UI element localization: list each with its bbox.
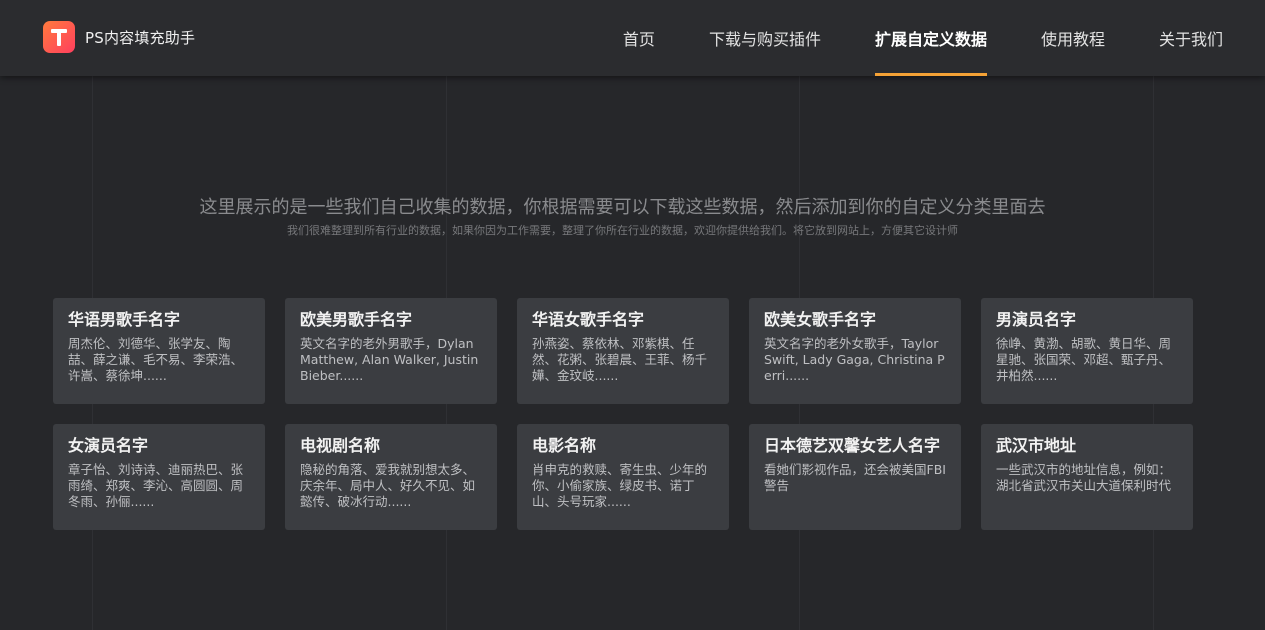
card-title: 男演员名字 [996,310,1077,329]
data-card-tv-series[interactable]: 电视剧名称 隐秘的角落、爱我就别想太多、庆余年、局中人、好久不见、如懿传、破冰行… [285,424,497,530]
card-description: 英文名字的老外男歌手，Dylan Matthew, Alan Walker, J… [300,336,479,383]
card-description: 周杰伦、刘德华、张学友、陶喆、薛之谦、毛不易、李荣浩、许嵩、蔡徐坤...... [68,336,244,383]
intro-section: 这里展示的是一些我们自己收集的数据，你根据需要可以下载这些数据，然后添加到你的自… [0,196,1245,238]
top-navbar: PS内容填充助手 首页 下载与购买插件 扩展自定义数据 使用教程 关于我们 [0,0,1265,76]
data-card-wuhan-addresses[interactable]: 武汉市地址 一些武汉市的地址信息，例如：湖北省武汉市关山大道保利时代 [981,424,1193,530]
app-logo-icon [43,21,75,53]
nav-link-home[interactable]: 首页 [623,0,655,76]
card-title: 华语女歌手名字 [532,310,645,329]
logo-letter-t [51,28,67,46]
data-card-japanese-actresses[interactable]: 日本德艺双馨女艺人名字 看她们影视作品，还会被美国FBI警告 [749,424,961,530]
data-card-chinese-female-singers[interactable]: 华语女歌手名字 孙燕姿、蔡依林、邓紫棋、任然、花粥、张碧晨、王菲、杨千嬅、金玟岐… [517,298,729,404]
nav-link-custom-data[interactable]: 扩展自定义数据 [874,0,987,76]
card-description: 英文名字的老外女歌手，Taylor Swift, Lady Gaga, Chri… [764,336,945,383]
nav-links: 首页 下载与购买插件 扩展自定义数据 使用教程 关于我们 [569,0,1223,76]
card-title: 日本德艺双馨女艺人名字 [764,436,941,455]
nav-link-tutorial[interactable]: 使用教程 [1041,0,1105,76]
data-card-western-female-singers[interactable]: 欧美女歌手名字 英文名字的老外女歌手，Taylor Swift, Lady Ga… [749,298,961,404]
card-title: 电影名称 [532,436,597,455]
card-title: 欧美女歌手名字 [764,310,877,329]
data-card-western-male-singers[interactable]: 欧美男歌手名字 英文名字的老外男歌手，Dylan Matthew, Alan W… [285,298,497,404]
card-description: 徐峥、黄渤、胡歌、黄日华、周星驰、张国荣、邓超、甄子丹、井柏然...... [996,336,1172,383]
data-card-female-actors[interactable]: 女演员名字 章子怡、刘诗诗、迪丽热巴、张雨绮、郑爽、李沁、高圆圆、周冬雨、孙俪.… [53,424,265,530]
intro-subtitle: 我们很难整理到所有行业的数据，如果你因为工作需要，整理了你所在行业的数据，欢迎你… [287,224,958,237]
data-card-chinese-male-singers[interactable]: 华语男歌手名字 周杰伦、刘德华、张学友、陶喆、薛之谦、毛不易、李荣浩、许嵩、蔡徐… [53,298,265,404]
brand-name: PS内容填充助手 [85,28,196,47]
nav-link-about[interactable]: 关于我们 [1159,0,1223,76]
card-title: 女演员名字 [68,436,149,455]
card-description: 隐秘的角落、爱我就别想太多、庆余年、局中人、好久不见、如懿传、破冰行动.....… [300,462,476,509]
nav-link-download-buy[interactable]: 下载与购买插件 [709,0,821,76]
data-card-male-actors[interactable]: 男演员名字 徐峥、黄渤、胡歌、黄日华、周星驰、张国荣、邓超、甄子丹、井柏然...… [981,298,1193,404]
card-title: 电视剧名称 [300,436,381,455]
data-card-grid: 华语男歌手名字 周杰伦、刘德华、张学友、陶喆、薛之谦、毛不易、李荣浩、许嵩、蔡徐… [53,298,1193,530]
intro-title: 这里展示的是一些我们自己收集的数据，你根据需要可以下载这些数据，然后添加到你的自… [199,197,1046,218]
card-description: 肖申克的救赎、寄生虫、少年的你、小偷家族、绿皮书、诺丁山、头号玩家...... [532,462,708,509]
card-title: 华语男歌手名字 [68,310,181,329]
card-description: 章子怡、刘诗诗、迪丽热巴、张雨绮、郑爽、李沁、高圆圆、周冬雨、孙俪...... [68,462,244,509]
card-title: 武汉市地址 [996,436,1077,455]
card-description: 一些武汉市的地址信息，例如：湖北省武汉市关山大道保利时代 [996,462,1172,493]
brand[interactable]: PS内容填充助手 [43,21,195,53]
data-card-movies[interactable]: 电影名称 肖申克的救赎、寄生虫、少年的你、小偷家族、绿皮书、诺丁山、头号玩家..… [517,424,729,530]
card-description: 孙燕姿、蔡依林、邓紫棋、任然、花粥、张碧晨、王菲、杨千嬅、金玟岐...... [532,336,708,383]
card-title: 欧美男歌手名字 [300,310,413,329]
card-description: 看她们影视作品，还会被美国FBI警告 [764,462,946,493]
